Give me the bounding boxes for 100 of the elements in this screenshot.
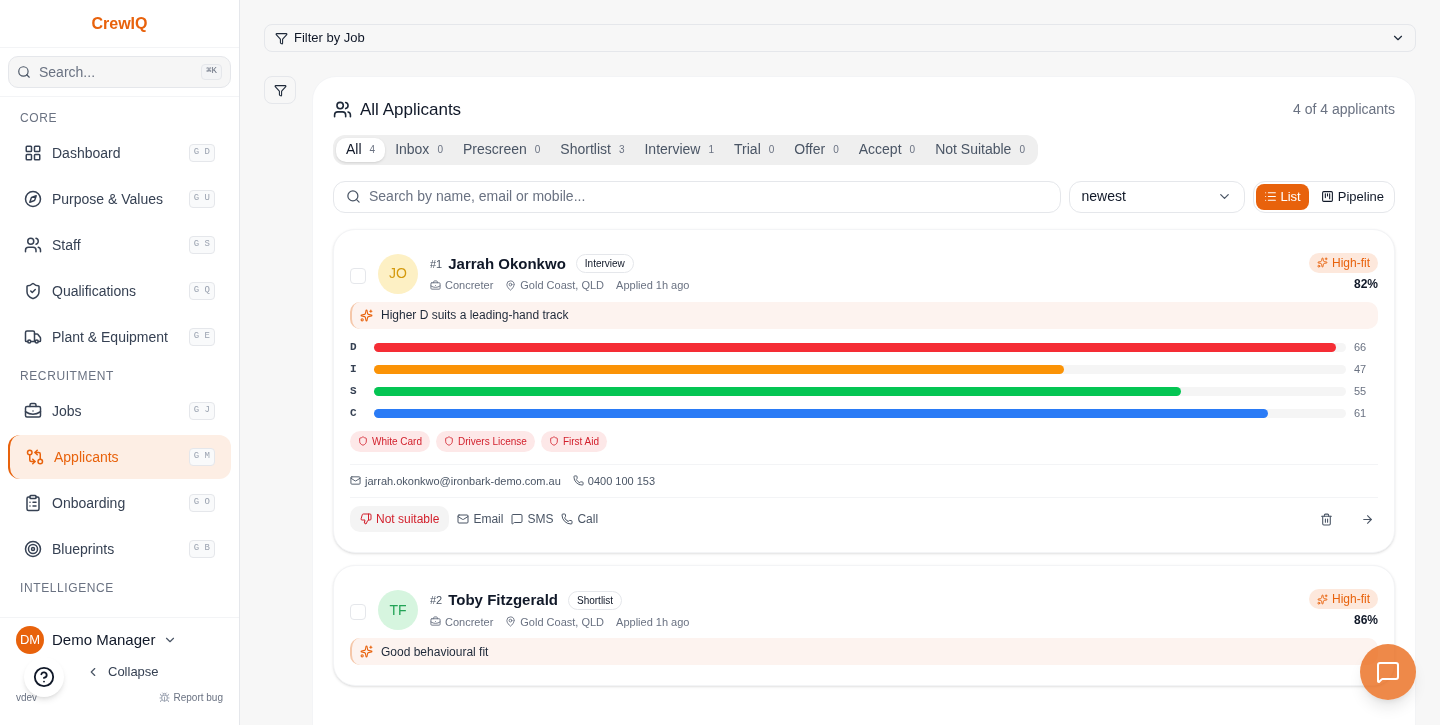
stage-tab[interactable]: Offer 0 <box>784 137 849 162</box>
sparkle-icon <box>1317 257 1328 268</box>
filter-icon <box>275 31 288 45</box>
nav-label: Plant & Equipment <box>52 327 169 347</box>
stage-tab[interactable]: All 4 <box>336 137 386 162</box>
fit-label: High-fit <box>1332 591 1370 608</box>
role-text: Concreter <box>445 278 494 293</box>
score-value: 55 <box>1354 384 1368 400</box>
shortcut-key: G J <box>188 402 215 420</box>
section-heading: RECRUITMENT <box>19 368 115 385</box>
truck-icon <box>24 328 42 346</box>
collapse-link[interactable]: Collapse <box>108 662 159 682</box>
shortcut-key: ⌘K <box>201 64 222 80</box>
not-suitable-button[interactable]: Not suitable <box>350 506 450 532</box>
applicant-name[interactable]: Toby Fitzgerald <box>448 589 558 612</box>
nav-item[interactable]: Purpose & Values G U <box>8 177 231 221</box>
chat-icon <box>1376 660 1400 684</box>
bug-icon <box>158 691 170 703</box>
stage-tab[interactable]: Trial 0 <box>724 137 785 162</box>
stage-tab[interactable]: Not Suitable 0 <box>925 137 1035 162</box>
stage-tab[interactable]: Shortlist 3 <box>550 137 635 162</box>
location-text: Gold Coast, QLD <box>520 278 605 293</box>
target-icon <box>24 540 42 558</box>
shortcut-key: G B <box>188 540 215 558</box>
shortcut-key: G S <box>188 236 215 254</box>
shield-check-icon <box>24 282 42 300</box>
search-icon <box>346 189 361 204</box>
sms-button[interactable]: SMS <box>511 510 554 528</box>
shortcut-key: G D <box>188 144 215 162</box>
search-input[interactable]: Search... <box>39 61 194 83</box>
disc-letter: S <box>350 384 358 400</box>
view-toggle[interactable]: Pipeline <box>1312 183 1392 210</box>
nav-item[interactable]: Staff G S <box>8 223 231 267</box>
user-name[interactable]: Demo Manager <box>52 628 156 652</box>
nav-item[interactable]: Blueprints G B <box>8 527 231 571</box>
checkbox[interactable] <box>350 267 366 284</box>
mail-icon <box>350 475 361 487</box>
job-filter-dropdown[interactable]: Filter by Job <box>264 24 1416 52</box>
applicant-search-field[interactable]: Search by name, email or mobile... <box>333 180 1061 213</box>
thumbs-down-icon <box>360 513 372 525</box>
stage-tab[interactable]: Accept 0 <box>848 137 926 162</box>
nav-label: Jobs <box>52 401 83 421</box>
sparkle-icon <box>360 645 373 658</box>
nav-item[interactable]: Plant & Equipment G E <box>8 315 231 359</box>
score-value: 47 <box>1354 362 1368 378</box>
kanban-icon <box>1320 190 1334 203</box>
rank-number: #1 <box>430 256 443 272</box>
nav-label: Dashboard <box>52 143 122 163</box>
applicant-count: 4 of 4 applicants <box>1293 100 1395 120</box>
nav-label: Onboarding <box>52 493 127 513</box>
nav-label: Staff <box>52 235 82 255</box>
mail-icon <box>457 513 470 525</box>
shortcut-key: G E <box>188 328 215 346</box>
role-text: Concreter <box>445 614 494 630</box>
arrow-right-icon <box>1361 512 1374 526</box>
fit-label: High-fit <box>1332 254 1370 272</box>
checkbox[interactable] <box>350 604 366 620</box>
applicant-card[interactable] <box>333 228 1395 553</box>
sparkle-icon <box>360 308 373 322</box>
dashboard-icon <box>24 144 42 162</box>
fit-score: 86% <box>1353 612 1378 629</box>
version-label: vdev <box>16 690 38 705</box>
briefcase-icon <box>430 616 441 628</box>
applied-time: Applied 1h ago <box>616 614 690 630</box>
stage-tab[interactable]: Prescreen 0 <box>452 137 551 162</box>
filter-button[interactable] <box>264 76 296 104</box>
stage-tab[interactable]: Inbox 0 <box>385 137 453 162</box>
shield-icon <box>358 436 368 446</box>
panel-title: All Applicants <box>360 99 462 121</box>
nav-item[interactable]: Qualifications G Q <box>8 269 231 313</box>
applicant-card[interactable]: TF #2 Toby Fitzgerald Shortlist Concreter Gold Coast, QLD Applied 1h ago High-fit 86% Good behavioural fit <box>333 565 1395 686</box>
nav-item[interactable]: Onboarding G O <box>8 481 231 525</box>
score-value: 61 <box>1354 406 1368 422</box>
nav-item[interactable]: Jobs G J <box>8 389 231 433</box>
people-icon <box>333 100 352 120</box>
people-icon <box>24 236 42 254</box>
insight-text: Higher D suits a leading-hand track <box>381 307 569 324</box>
location-pin-icon <box>505 279 517 291</box>
phone-icon <box>561 513 574 525</box>
search-input[interactable]: Search by name, email or mobile... <box>369 186 1048 207</box>
location-text: Gold Coast, QLD <box>520 614 605 630</box>
shield-icon <box>548 436 559 446</box>
clipboard-icon <box>24 494 42 512</box>
applicant-name[interactable]: Jarrah Okonkwo <box>448 252 566 275</box>
shield-icon <box>444 436 454 446</box>
nav-item[interactable]: Dashboard G D <box>8 131 231 175</box>
sort-dropdown[interactable]: newest <box>1068 180 1245 213</box>
search-icon <box>17 65 31 79</box>
report-bug-link[interactable]: Report bug <box>173 689 223 705</box>
briefcase-icon <box>430 279 441 291</box>
compass-icon <box>24 190 42 208</box>
score-value: 66 <box>1354 340 1368 356</box>
speech-bubble-icon <box>511 513 524 525</box>
call-button[interactable]: Call <box>561 510 599 528</box>
phone-number[interactable]: 0400 100 153 <box>587 472 656 489</box>
applied-time: Applied 1h ago <box>616 278 690 293</box>
email-button[interactable]: Email <box>457 510 504 528</box>
search-field[interactable]: Search... ⌘K <box>8 56 231 88</box>
stage-tab[interactable]: Interview 1 <box>634 137 725 162</box>
email-link[interactable]: jarrah.okonkwo@ironbark-demo.com.au <box>365 472 561 489</box>
